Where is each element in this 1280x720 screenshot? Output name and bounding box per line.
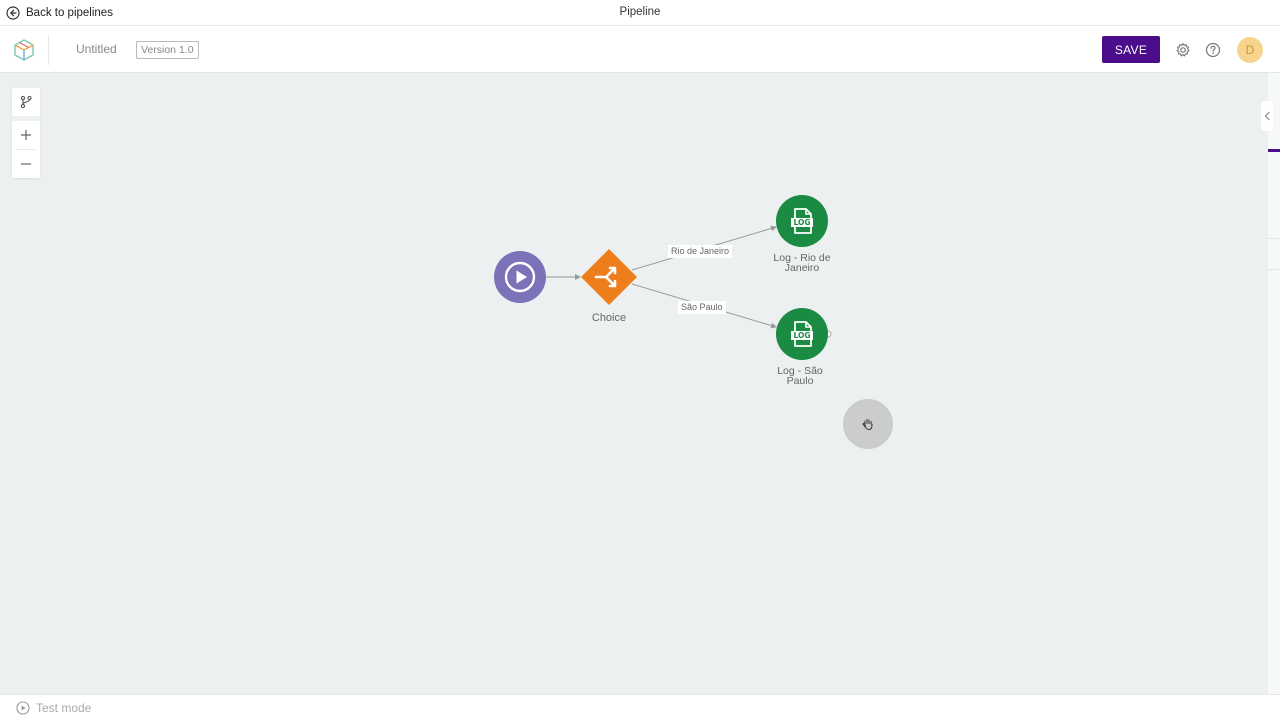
choice-node[interactable]: Choice [580,248,638,324]
side-panel-strip [1268,73,1280,694]
user-avatar[interactable]: D [1237,37,1263,63]
test-mode-toggle[interactable]: Test mode [16,701,91,715]
app-logo-icon [14,39,34,61]
svg-text:LOG: LOG [793,218,810,227]
log-sao-paulo-node-label: Log - São Paulo [760,366,840,387]
log-rio-node[interactable]: LOG Log - Rio de Janeiro [773,195,831,273]
log-sao-paulo-node[interactable]: LOG Log - São Paulo [776,308,828,386]
version-badge[interactable]: Version 1.0 [136,41,199,59]
play-icon [504,261,536,293]
back-to-pipelines-label: Back to pipelines [26,7,113,19]
log-rio-label-line2: Janeiro [784,262,820,274]
save-button[interactable]: SAVE [1102,36,1160,63]
play-circle-icon [16,701,30,715]
side-panel-divider [1268,238,1280,270]
log-sao-paulo-node-circle: LOG [776,308,828,360]
header-divider [48,35,49,65]
pipeline-name[interactable]: Untitled [76,42,117,56]
pipeline-edges [546,225,832,338]
window-title: Pipeline [619,6,661,18]
svg-text:LOG: LOG [793,331,810,340]
trigger-node-circle [494,251,546,303]
side-panel-accent [1268,149,1280,152]
trigger-node[interactable] [494,251,546,303]
help-icon[interactable] [1205,42,1221,58]
test-mode-label: Test mode [36,701,92,715]
hand-grab-icon [862,419,873,430]
back-to-pipelines-link[interactable]: Back to pipelines [6,5,113,21]
pipeline-header: Untitled Version 1.0 SAVE D [0,27,1280,73]
choice-node-label: Choice [591,312,627,324]
edge-label-sao-paulo[interactable]: São Paulo [678,301,726,314]
gear-icon[interactable] [1175,42,1191,58]
log-rio-node-circle: LOG [776,195,828,247]
arrow-left-circle-icon [6,6,20,20]
log-sp-label-line2: Paulo [786,375,814,387]
drag-cursor [843,399,893,449]
top-bar: Back to pipelines Pipeline [0,0,1280,26]
edge-label-rio[interactable]: Rio de Janeiro [668,245,733,258]
split-icon [581,249,637,305]
log-file-icon: LOG [791,321,813,347]
log-file-icon: LOG [791,208,813,234]
bottom-bar: Test mode [0,694,1280,720]
pipeline-canvas[interactable]: Rio de Janeiro São Paulo Choice LOG Log … [0,73,1280,694]
log-rio-node-label: Log - Rio de Janeiro [762,253,842,274]
